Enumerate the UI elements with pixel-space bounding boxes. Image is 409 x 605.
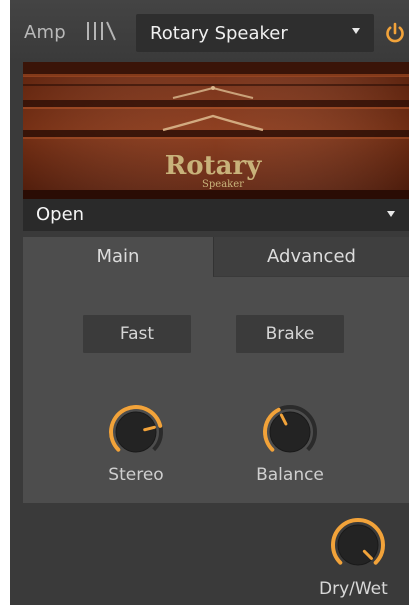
amp-label: Amp: [24, 22, 66, 43]
preset-label: Rotary Speaker: [150, 23, 288, 44]
balance-label: Balance: [256, 465, 324, 485]
balance-knob[interactable]: [260, 402, 320, 462]
amp-header: Amp Rotary Speaker: [10, 0, 409, 62]
mode-dropdown[interactable]: Open: [23, 199, 409, 231]
fast-button[interactable]: Fast: [83, 315, 191, 353]
rotary-speaker-image: Rotary Speaker: [23, 62, 409, 199]
brand-text: Rotary: [165, 151, 263, 181]
dry-wet-knob[interactable]: [328, 515, 388, 575]
knob-body: [115, 411, 157, 453]
bars-icon[interactable]: [85, 20, 119, 42]
tab-main[interactable]: Main: [23, 237, 213, 277]
preset-dropdown[interactable]: Rotary Speaker: [136, 14, 374, 52]
power-icon[interactable]: [384, 22, 406, 44]
knob-body: [269, 411, 311, 453]
brake-button[interactable]: Brake: [236, 315, 344, 353]
stereo-label: Stereo: [108, 465, 164, 485]
tab-advanced[interactable]: Advanced: [213, 237, 409, 277]
mode-label: Open: [36, 204, 85, 225]
caret-down-icon: [352, 28, 360, 34]
brand-subtext: Speaker: [202, 179, 244, 190]
dry-wet-label: Dry/Wet: [319, 579, 388, 599]
stereo-knob[interactable]: [106, 402, 166, 462]
amp-panel: Amp Rotary Speaker Rotary Speaker Open M…: [10, 0, 409, 605]
caret-down-icon: [387, 211, 395, 217]
tab-panel: Main Advanced: [23, 237, 409, 503]
